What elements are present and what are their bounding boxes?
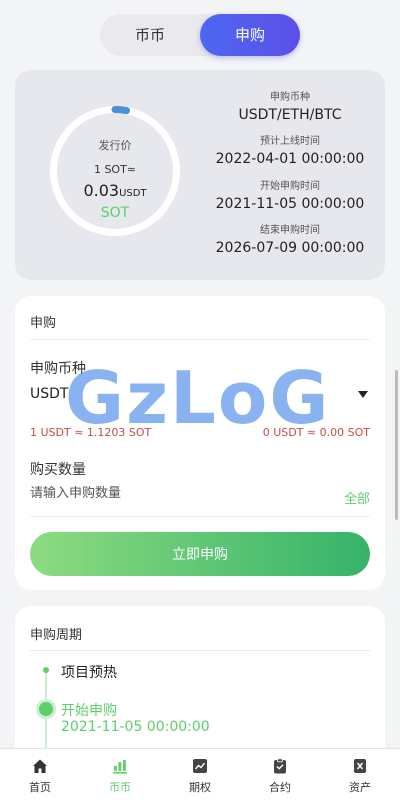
watermark: GzLoG bbox=[65, 356, 331, 440]
trade-type-switch: 币币 申购 bbox=[100, 14, 300, 56]
info-label: 结束申购时间 bbox=[260, 225, 320, 236]
info-value: 2026-07-09 00:00:00 bbox=[215, 240, 365, 256]
tab-subscribe[interactable]: 申购 bbox=[200, 14, 300, 56]
timeline-dot bbox=[43, 667, 49, 673]
scrollbar[interactable] bbox=[395, 370, 398, 520]
step-time: 2021-11-05 00:00:00 bbox=[61, 719, 210, 735]
info-start-time: 开始申购时间 2021-11-05 00:00:00 bbox=[195, 177, 385, 212]
nav-contract[interactable]: 合约 bbox=[240, 749, 320, 800]
divider bbox=[30, 650, 370, 651]
divider bbox=[30, 339, 370, 340]
bar-chart-icon bbox=[112, 758, 128, 778]
wallet-icon bbox=[352, 758, 368, 778]
coin-select[interactable]: USDT bbox=[30, 386, 68, 402]
nav-home[interactable]: 首页 bbox=[0, 749, 80, 800]
ring-price: 0.03USDT bbox=[57, 181, 173, 200]
timeline-dot-active bbox=[39, 702, 53, 716]
info-end-time: 结束申购时间 2026-07-09 00:00:00 bbox=[195, 221, 385, 256]
tab-spot[interactable]: 币币 bbox=[100, 14, 200, 56]
divider bbox=[30, 516, 370, 517]
info-label: 申购币种 bbox=[270, 92, 310, 103]
price-ring: 发行价 1 SOT≈ 0.03USDT SOT bbox=[50, 106, 180, 236]
nav-label: 合约 bbox=[269, 781, 291, 794]
home-icon bbox=[32, 758, 48, 778]
summary-card: 发行价 1 SOT≈ 0.03USDT SOT 申购币种 USDT/ETH/BT… bbox=[15, 70, 385, 280]
info-value: 2022-04-01 00:00:00 bbox=[215, 151, 365, 167]
step-name-active: 开始申购 bbox=[61, 703, 117, 719]
nav-label: 期权 bbox=[189, 781, 211, 794]
nav-assets[interactable]: 资产 bbox=[320, 749, 400, 800]
nav-spot[interactable]: 币币 bbox=[80, 749, 160, 800]
clipboard-icon bbox=[272, 758, 288, 778]
ring-price-unit: USDT bbox=[119, 188, 147, 199]
ring-price-value: 0.03 bbox=[83, 181, 120, 200]
step-name: 项目预热 bbox=[61, 665, 117, 681]
bottom-nav: 首页 币币 期权 合约 资产 bbox=[0, 748, 400, 800]
info-currency: 申购币种 USDT/ETH/BTC bbox=[195, 88, 385, 123]
form-title: 申购 bbox=[30, 316, 57, 331]
period-title: 申购周期 bbox=[30, 628, 83, 643]
info-value: 2021-11-05 00:00:00 bbox=[215, 196, 365, 212]
nav-label: 首页 bbox=[29, 781, 51, 794]
info-label: 开始申购时间 bbox=[260, 181, 320, 192]
ring-rate: 1 SOT≈ bbox=[93, 163, 137, 176]
subscribe-button[interactable]: 立即申购 bbox=[30, 532, 370, 576]
nav-options[interactable]: 期权 bbox=[160, 749, 240, 800]
nav-label: 资产 bbox=[349, 781, 371, 794]
nav-label: 币币 bbox=[109, 781, 131, 794]
qty-input[interactable] bbox=[30, 486, 330, 501]
chevron-down-icon[interactable] bbox=[358, 391, 368, 398]
all-button[interactable]: 全部 bbox=[344, 488, 370, 507]
trend-chart-icon bbox=[192, 758, 208, 778]
qty-label: 购买数量 bbox=[30, 462, 86, 478]
subscribe-form: 申购 申购币种 USDT 1 USDT ≈ 1.1203 SOT 0 USDT … bbox=[15, 296, 385, 590]
info-value: USDT/ETH/BTC bbox=[238, 107, 342, 123]
ring-title: 发行价 bbox=[98, 139, 132, 152]
info-label: 预计上线时间 bbox=[260, 136, 320, 147]
ring-coin: SOT bbox=[100, 205, 130, 221]
info-listing-time: 预计上线时间 2022-04-01 00:00:00 bbox=[195, 132, 385, 167]
